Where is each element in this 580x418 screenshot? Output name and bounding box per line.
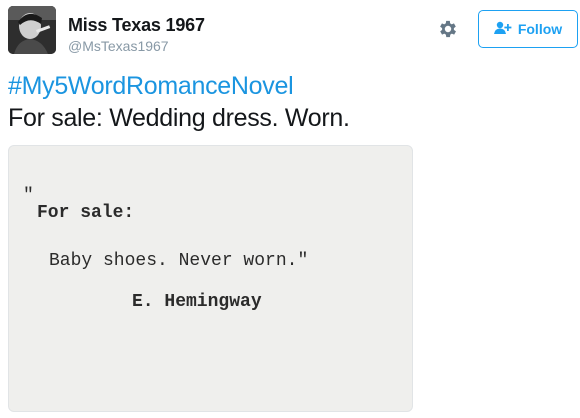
- user-handle[interactable]: @MsTexas1967: [68, 38, 169, 54]
- image-signature: E. Hemingway: [132, 292, 262, 312]
- tweet-header: Miss Texas 1967 @MsTexas1967 Follow: [8, 6, 578, 60]
- image-quote-line1: For sale:: [37, 203, 135, 223]
- add-user-icon: [493, 21, 512, 38]
- gear-icon[interactable]: [437, 18, 459, 40]
- display-name[interactable]: Miss Texas 1967: [68, 15, 205, 36]
- image-open-quote: ": [23, 186, 34, 206]
- hashtag-link[interactable]: #My5WordRomanceNovel: [8, 72, 294, 101]
- tweet-text: For sale: Wedding dress. Worn.: [8, 104, 350, 132]
- avatar[interactable]: [8, 6, 56, 54]
- avatar-photo: [8, 6, 56, 54]
- image-quote-line2: Baby shoes. Never worn.": [49, 251, 309, 271]
- follow-button[interactable]: Follow: [478, 10, 578, 48]
- follow-button-label: Follow: [517, 21, 563, 37]
- tweet-image[interactable]: " For sale: Baby shoes. Never worn." E. …: [8, 145, 413, 412]
